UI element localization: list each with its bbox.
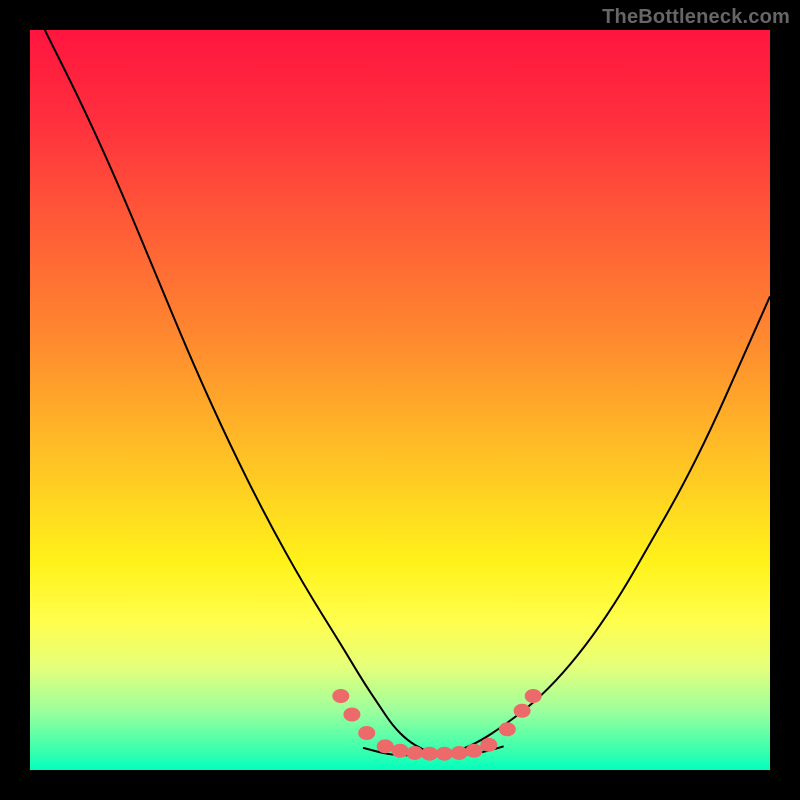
marker-point xyxy=(436,747,453,761)
marker-point xyxy=(466,744,483,758)
plot-area xyxy=(30,30,770,770)
marker-point xyxy=(343,708,360,722)
marker-point xyxy=(377,739,394,753)
marker-point xyxy=(451,746,468,760)
marker-point xyxy=(499,722,516,736)
marker-point xyxy=(480,738,497,752)
marker-point xyxy=(392,744,409,758)
series-left-curve xyxy=(45,30,437,755)
chart-frame: TheBottleneck.com xyxy=(0,0,800,800)
curve-layer xyxy=(45,30,770,755)
watermark-text: TheBottleneck.com xyxy=(602,6,790,29)
marker-point xyxy=(358,726,375,740)
marker-layer xyxy=(332,689,541,761)
marker-point xyxy=(332,689,349,703)
marker-point xyxy=(421,747,438,761)
marker-point xyxy=(525,689,542,703)
series-right-curve xyxy=(437,296,770,755)
marker-point xyxy=(406,746,423,760)
marker-point xyxy=(514,704,531,718)
chart-svg xyxy=(30,30,770,770)
